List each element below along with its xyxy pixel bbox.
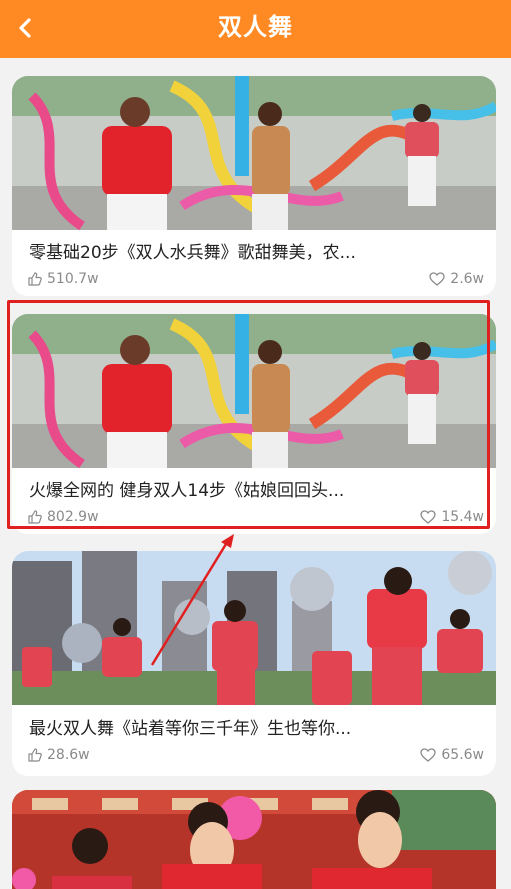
annotation-arrow bbox=[150, 534, 234, 666]
